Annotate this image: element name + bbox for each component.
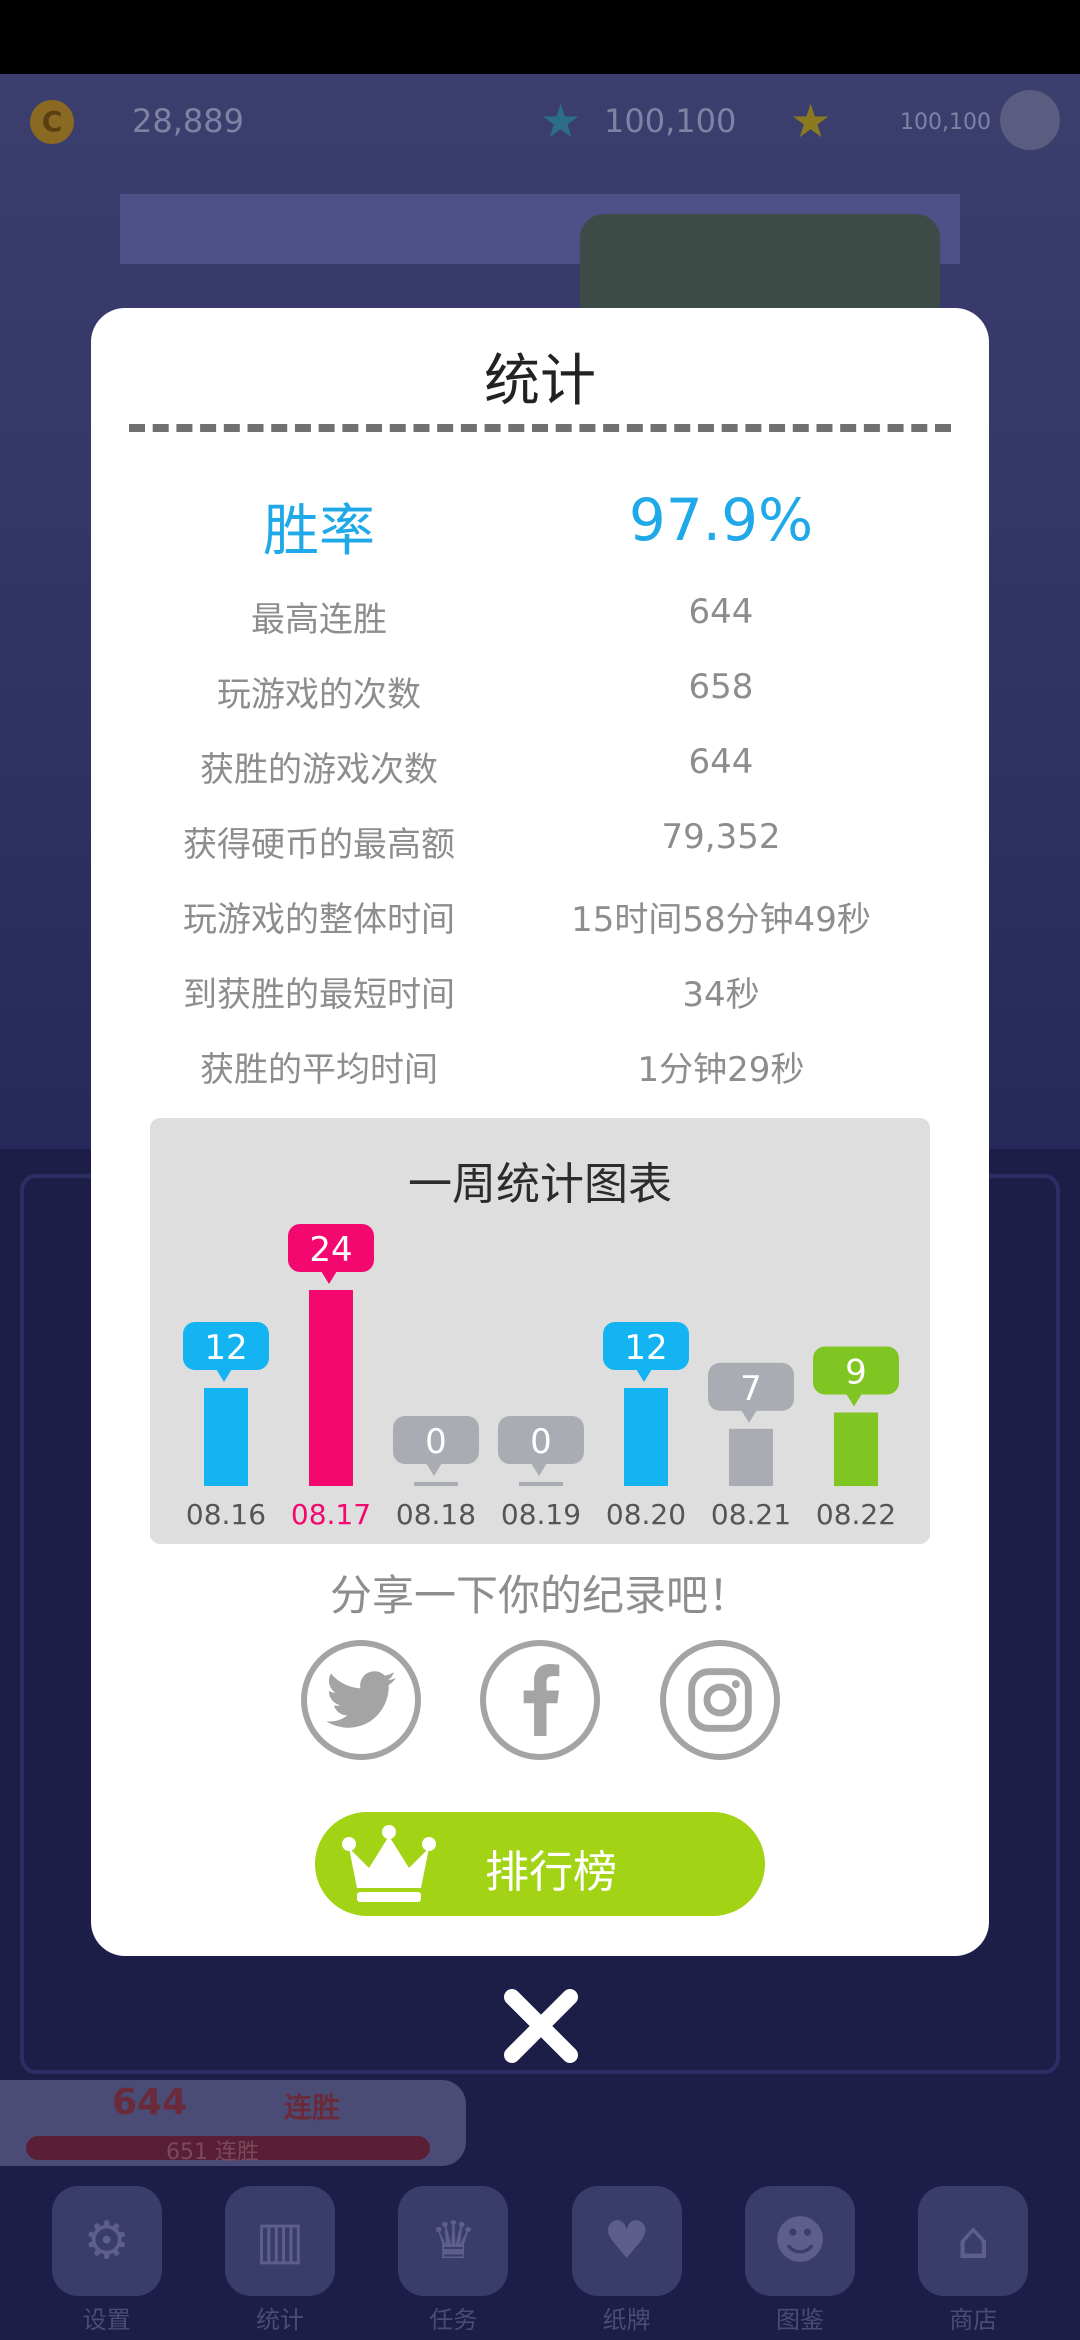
stat-label: 到获胜的最短时间: [183, 975, 455, 1015]
streak-value: 644: [112, 2082, 188, 2123]
nav-statistics[interactable]: ▥ 统计: [224, 2186, 336, 2340]
instagram-button[interactable]: [660, 1640, 780, 1760]
share-prompt: 分享一下你的纪录吧！: [329, 1571, 750, 1620]
stat-row: 获胜的游戏次数 644: [91, 742, 989, 802]
stat-label: 玩游戏的次数: [217, 675, 421, 715]
basket-icon: ⌂: [918, 2186, 1029, 2296]
nav-collection[interactable]: ☻ 图鉴: [744, 2186, 856, 2340]
instagram-icon: [688, 1668, 752, 1732]
stat-value: 658: [688, 667, 754, 707]
stat-value: 34秒: [682, 975, 760, 1015]
trophy-icon: ♛: [398, 2186, 509, 2296]
character-icon: ☻: [744, 2186, 855, 2296]
stat-row: 玩游戏的次数 658: [91, 667, 989, 727]
chart-bar: [834, 1412, 878, 1486]
stat-label: 获得硬币的最高额: [183, 825, 455, 865]
gear-icon: ⚙: [51, 2186, 162, 2296]
twitter-button[interactable]: [301, 1640, 421, 1760]
x-tick-label: 08.18: [396, 1498, 476, 1531]
weekly-chart: 一周统计图表 12 08.16 24 08.17 0 08.18 0 08.19 12 08.20…: [150, 1118, 930, 1544]
bubble-tail: [531, 1463, 547, 1476]
stat-value: 644: [688, 592, 754, 632]
win-rate-label: 胜率: [263, 499, 375, 564]
leaderboard-button[interactable]: 排行榜: [315, 1812, 765, 1916]
x-tick-label: 08.19: [501, 1498, 581, 1531]
cards-icon: ♥: [571, 2186, 682, 2296]
star-icon: ★: [540, 94, 582, 148]
bubble-tail: [846, 1393, 862, 1407]
chart-bar: [414, 1482, 458, 1486]
star-count: 100,100: [604, 102, 737, 140]
bottom-nav: ⚙ 设置 ▥ 统计 ♛ 任务 ♥ 纸牌 ☻ 图鉴 ⌂ 商店: [0, 2186, 1080, 2340]
stat-value: 79,352: [661, 817, 781, 857]
stat-row: 获胜的平均时间 1分钟29秒: [91, 1042, 989, 1102]
nav-tasks[interactable]: ♛ 任务: [397, 2186, 509, 2340]
close-icon[interactable]: [500, 1985, 582, 2067]
x-tick-label: 08.20: [606, 1498, 686, 1531]
x-tick-label: 08.17: [291, 1498, 371, 1531]
top-currency-bar: C 28,889 ★ 100,100 ★ 100,100: [20, 84, 1060, 156]
status-bar: [0, 0, 1080, 74]
nav-label: 商店: [949, 2306, 998, 2334]
crown-icon: [342, 1825, 436, 1902]
chart-bar: [204, 1388, 248, 1486]
stat-label: 获胜的游戏次数: [200, 750, 438, 790]
stat-value: 15时间58分钟49秒: [571, 900, 871, 940]
bubble-tail: [636, 1369, 652, 1382]
bubble-tail: [321, 1271, 337, 1284]
twitter-icon: [326, 1671, 396, 1728]
stat-row: 到获胜的最短时间 34秒: [91, 967, 989, 1027]
gold-star-count: 100,100: [900, 110, 991, 135]
coin-icon: C: [30, 100, 74, 144]
chart-bar: [519, 1482, 563, 1486]
value-label: 24: [309, 1230, 352, 1270]
nav-label: 设置: [82, 2306, 131, 2334]
value-label: 0: [425, 1422, 447, 1462]
value-label: 12: [624, 1328, 667, 1368]
nav-shop[interactable]: ⌂ 商店: [917, 2186, 1029, 2340]
value-label: 9: [845, 1353, 867, 1393]
coin-count: 28,889: [132, 102, 244, 140]
bubble-tail: [426, 1463, 442, 1476]
stat-value: 1分钟29秒: [637, 1050, 805, 1090]
chart-bar: [729, 1428, 773, 1486]
facebook-icon: [523, 1664, 560, 1736]
stat-value: 644: [688, 742, 754, 782]
weekly-bar-chart: 12 08.16 24 08.17 0 08.18 0 08.19 12 08.20 7 08.21 9…: [183, 1224, 899, 1531]
x-tick-label: 08.16: [186, 1498, 266, 1531]
stat-label: 玩游戏的整体时间: [183, 900, 455, 940]
bubble-tail: [741, 1409, 757, 1423]
leaderboard-label: 排行榜: [485, 1847, 617, 1898]
value-label: 7: [740, 1369, 762, 1409]
x-tick-label: 08.22: [816, 1498, 896, 1531]
value-label: 12: [204, 1328, 247, 1368]
streak-bar-text: 651 连胜: [166, 2140, 259, 2165]
stat-label: 获胜的平均时间: [200, 1050, 438, 1090]
stat-label: 最高连胜: [251, 600, 387, 640]
nav-label: 统计: [255, 2306, 304, 2334]
nav-cards[interactable]: ♥ 纸牌: [571, 2186, 683, 2340]
streak-label: 连胜: [284, 2091, 341, 2124]
nav-label: 纸牌: [602, 2306, 651, 2334]
camera-icon[interactable]: [1000, 90, 1060, 150]
gold-star-icon: ★: [790, 94, 832, 148]
nav-label: 图鉴: [775, 2306, 824, 2334]
dashed-divider: [129, 424, 951, 432]
nav-label: 任务: [429, 2306, 478, 2334]
statistics-dialog: 统计 胜率 97.9% 最高连胜 644 玩游戏的次数 658 获胜的游戏次数 …: [91, 308, 989, 1956]
bubble-tail: [216, 1369, 232, 1382]
chart-bar: [309, 1290, 353, 1486]
win-rate-value: 97.9%: [628, 486, 814, 554]
stat-row: 获得硬币的最高额 79,352: [91, 817, 989, 877]
stat-row: 玩游戏的整体时间 15时间58分钟49秒: [91, 892, 989, 952]
stat-row: 最高连胜 644: [91, 592, 989, 652]
chart-bar: [624, 1388, 668, 1486]
facebook-button[interactable]: [480, 1640, 600, 1760]
bar-chart-icon: ▥: [224, 2186, 335, 2296]
x-tick-label: 08.21: [711, 1498, 791, 1531]
nav-settings[interactable]: ⚙ 设置: [51, 2186, 163, 2340]
dialog-title: 统计: [484, 349, 596, 414]
value-label: 0: [530, 1422, 552, 1462]
